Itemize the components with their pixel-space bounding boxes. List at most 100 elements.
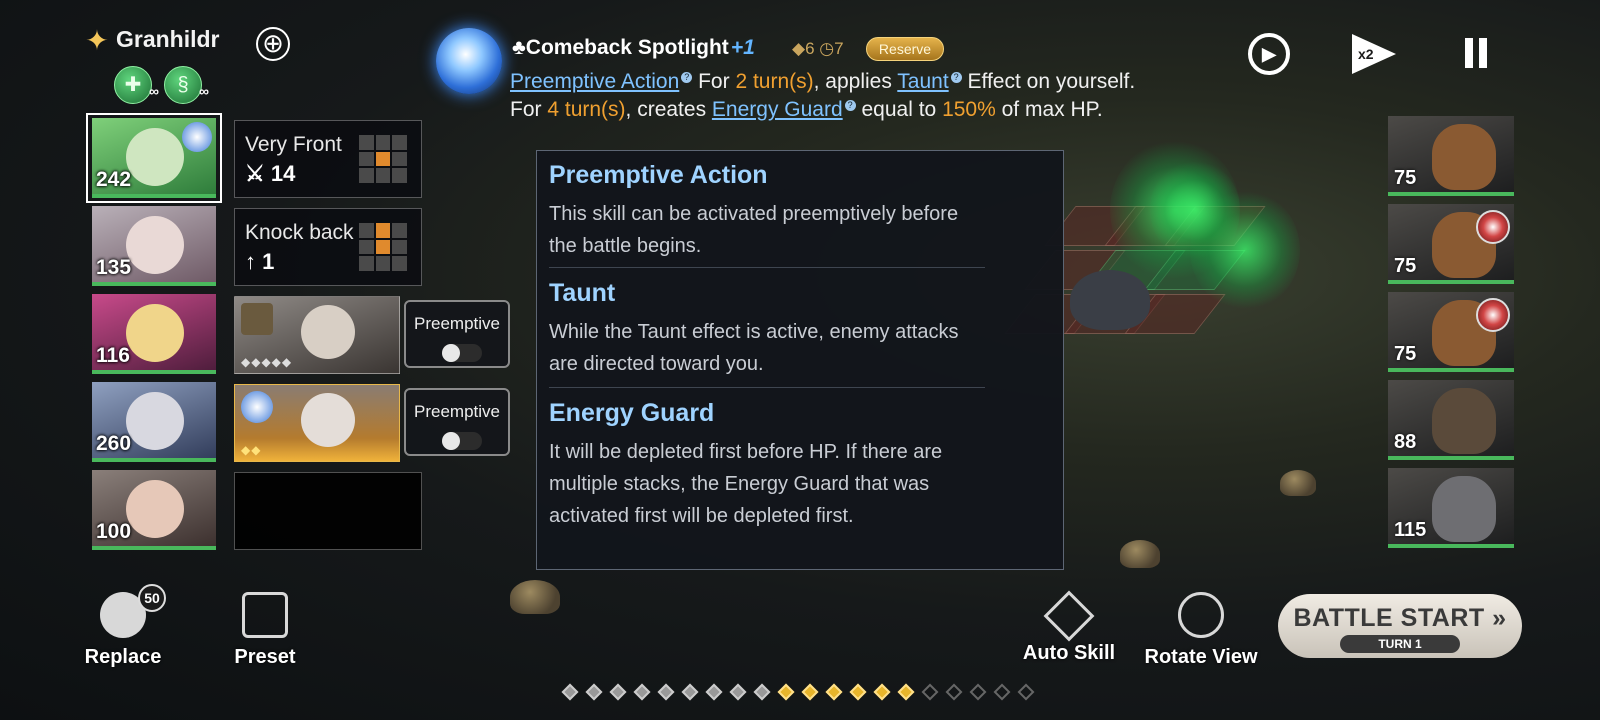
- skill-mini-icon: [241, 391, 273, 423]
- info-icon[interactable]: ?: [844, 100, 856, 111]
- skill-name: Comeback Spotlight: [525, 36, 729, 59]
- tooltip-section: Preemptive Action This skill can be acti…: [549, 161, 985, 262]
- hp-bar: [1388, 456, 1514, 460]
- unit-hp: 260: [96, 432, 132, 455]
- slot-value: 14: [270, 161, 296, 186]
- character-face: [301, 393, 355, 447]
- keyword-link[interactable]: Preemptive Action: [510, 70, 679, 93]
- replay-icon[interactable]: ▶: [1248, 33, 1290, 75]
- turn-label: TURN 1: [1340, 635, 1460, 653]
- enemy-card[interactable]: 115: [1388, 468, 1514, 548]
- info-icon[interactable]: ?: [681, 72, 693, 83]
- auto-skill-button[interactable]: Auto Skill: [1004, 590, 1134, 665]
- wolf-unit[interactable]: [1070, 270, 1150, 330]
- skill-card[interactable]: ◆◆◆◆◆: [234, 296, 400, 374]
- pause-button[interactable]: [1452, 30, 1500, 78]
- rotate-view-button[interactable]: Rotate View: [1136, 592, 1266, 669]
- diamond-cost-icon: ◆: [792, 39, 806, 58]
- keyword-link[interactable]: Taunt: [897, 70, 948, 93]
- battle-start-button[interactable]: BATTLE START » TURN 1: [1278, 594, 1522, 658]
- leader-star-icon: ✦: [85, 25, 109, 56]
- preemptive-label: Preemptive: [414, 314, 500, 333]
- grid-tile[interactable]: [1144, 250, 1246, 290]
- desc-text: of max HP.: [995, 98, 1103, 121]
- unit-hp: 135: [96, 256, 132, 279]
- enemy-level: 88: [1394, 431, 1417, 453]
- divider: [549, 387, 985, 388]
- team-portrait[interactable]: 242: [92, 118, 216, 198]
- add-button[interactable]: ⊕: [256, 27, 290, 61]
- progress-diamond: [657, 683, 675, 701]
- preset-button[interactable]: Preset: [210, 592, 320, 669]
- tooltip-body: It will be depleted first before HP. If …: [549, 441, 943, 527]
- battle-start-text: BATTLE START: [1293, 604, 1485, 632]
- keyword-link[interactable]: Energy Guard: [712, 98, 843, 121]
- team-portrait[interactable]: 100: [92, 470, 216, 550]
- hp-bar: [92, 546, 216, 550]
- clover-icon: ♣: [512, 36, 526, 59]
- preemptive-toggle-card[interactable]: Preemptive: [404, 300, 510, 368]
- team-portrait[interactable]: 260: [92, 382, 216, 462]
- tooltip-title: Taunt: [549, 279, 616, 307]
- team-portrait[interactable]: 135: [92, 206, 216, 286]
- replace-count-badge: 50: [138, 584, 166, 612]
- progress-diamond: [873, 683, 891, 701]
- spawn-glow: [1150, 160, 1240, 260]
- preemptive-toggle-card[interactable]: Preemptive: [404, 388, 510, 456]
- preemptive-label: Preemptive: [414, 402, 500, 421]
- heal-buff-icon[interactable]: ✚ ∞: [114, 66, 159, 104]
- toggle-knob[interactable]: [442, 432, 460, 450]
- hp-bar: [92, 370, 216, 374]
- slot-value-row: ↑ 1: [245, 249, 274, 275]
- wind-buff-icon[interactable]: § ∞: [164, 66, 209, 104]
- buff-infinite-label: ∞: [149, 83, 159, 99]
- speed-x2-button[interactable]: x2: [1352, 34, 1396, 74]
- enemy-card[interactable]: 75: [1388, 116, 1514, 196]
- slot-title: Knock back: [245, 221, 354, 244]
- desc-text: , creates: [625, 98, 712, 121]
- auto-skill-label: Auto Skill: [1022, 642, 1116, 664]
- grid-tile[interactable]: [1104, 206, 1206, 246]
- desc-text: , applies: [813, 70, 898, 93]
- spawn-glow: [1190, 190, 1300, 310]
- enemy-card[interactable]: 75: [1388, 204, 1514, 284]
- enemy-card[interactable]: 88: [1388, 380, 1514, 460]
- rotate-view-icon: [1178, 592, 1224, 638]
- replace-label: Replace: [84, 646, 162, 668]
- enemy-level: 115: [1394, 519, 1427, 541]
- enemy-card[interactable]: 75: [1388, 292, 1514, 372]
- preset-icon: [242, 592, 288, 638]
- progress-diamond: [849, 683, 867, 701]
- tooltip-title: Energy Guard: [549, 399, 715, 427]
- progress-diamond: [681, 683, 699, 701]
- grid-tile[interactable]: [1084, 250, 1186, 290]
- hp-bar: [92, 194, 216, 198]
- mushroom-decor: [1280, 470, 1316, 496]
- progress-diamond: [753, 683, 771, 701]
- enemy-level: 75: [1394, 167, 1417, 189]
- skill-cost: ◆6 ◷7: [792, 39, 844, 59]
- desc-number: 150%: [942, 98, 996, 121]
- grid-tile[interactable]: [1064, 294, 1166, 334]
- skill-icon[interactable]: [436, 28, 502, 94]
- hp-bar: [92, 458, 216, 462]
- info-icon[interactable]: ?: [950, 72, 962, 83]
- desc-text: For: [692, 70, 736, 93]
- progress-diamond: [609, 683, 627, 701]
- progress-diamond: [777, 683, 795, 701]
- position-slot-very-front[interactable]: Very Front ⚔ 14: [234, 120, 422, 198]
- skill-title: ♣Comeback Spotlight+1: [512, 36, 755, 60]
- toggle-knob[interactable]: [442, 344, 460, 362]
- hp-bar: [1388, 544, 1514, 548]
- progress-diamond: [1017, 683, 1035, 701]
- progress-diamond: [825, 683, 843, 701]
- position-slot-knock-back[interactable]: Knock back ↑ 1: [234, 208, 422, 286]
- mushroom-decor: [510, 580, 560, 614]
- battle-start-label: BATTLE START »: [1278, 604, 1522, 633]
- team-portrait[interactable]: 116: [92, 294, 216, 374]
- empty-slot[interactable]: [234, 472, 422, 550]
- grid-tile[interactable]: [1124, 294, 1226, 334]
- grid-tile[interactable]: [1164, 206, 1266, 246]
- desc-number: 2 turn(s): [735, 70, 814, 93]
- skill-card-selected[interactable]: ◆◆: [234, 384, 400, 462]
